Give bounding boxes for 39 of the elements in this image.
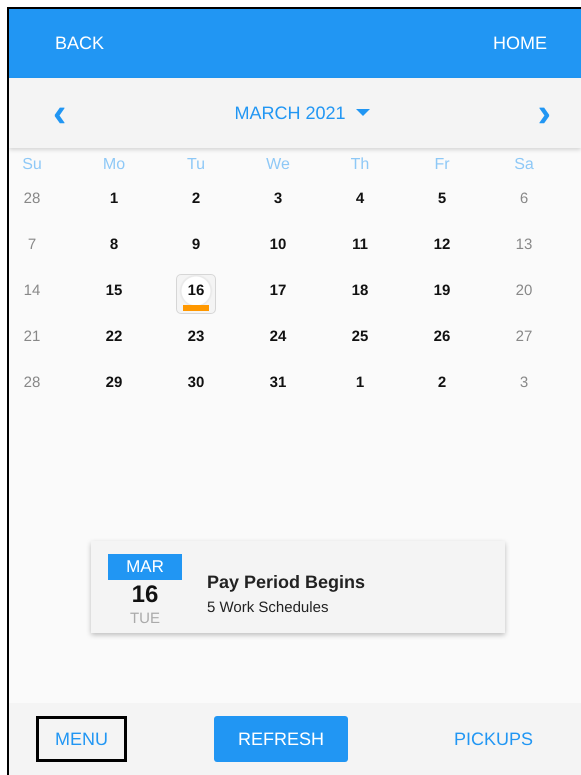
calendar-day[interactable]: 2: [422, 366, 462, 406]
weekday-label: Sa: [514, 156, 534, 175]
weekday-label: Tu: [186, 156, 206, 175]
event-subtitle: 5 Work Schedules: [207, 599, 330, 616]
calendar-day[interactable]: 29: [94, 366, 134, 406]
calendar-day[interactable]: 25: [340, 320, 380, 360]
calendar-day[interactable]: 1: [340, 366, 380, 406]
calendar-day[interactable]: 19: [422, 274, 462, 314]
calendar-day[interactable]: 17: [258, 274, 298, 314]
dropdown-caret-icon: [356, 109, 370, 117]
weekday-label: We: [266, 156, 290, 175]
calendar-day[interactable]: 8: [94, 228, 134, 268]
weekday-label: Su: [22, 156, 42, 175]
calendar-day[interactable]: 4: [340, 182, 380, 222]
calendar-day[interactable]: 12: [422, 228, 462, 268]
calendar-day[interactable]: 23: [176, 320, 216, 360]
calendar-day[interactable]: 15: [94, 274, 134, 314]
calendar-day[interactable]: 2: [176, 182, 216, 222]
event-weekday: TUE: [130, 610, 160, 627]
weekday-label: Mo: [102, 156, 126, 175]
calendar-day[interactable]: 30: [176, 366, 216, 406]
calendar-day[interactable]: 31: [258, 366, 298, 406]
event-title: Pay Period Begins: [207, 572, 366, 593]
event-day: 16: [132, 580, 158, 610]
event-card[interactable]: MAR 16 TUE Pay Period Begins 5 Work Schedules: [91, 541, 505, 633]
weekday-label: Th: [350, 156, 370, 175]
calendar-day[interactable]: 22: [94, 320, 134, 360]
weekday-label: Fr: [434, 156, 450, 175]
calendar-day[interactable]: 3: [258, 182, 298, 222]
calendar-day[interactable]: 24: [258, 320, 298, 360]
calendar-day[interactable]: 11: [340, 228, 380, 268]
calendar-day[interactable]: 1: [94, 182, 134, 222]
event-month: MAR: [108, 554, 182, 580]
calendar-day[interactable]: 16: [176, 274, 216, 314]
calendar-day[interactable]: 5: [422, 182, 462, 222]
calendar-day[interactable]: 9: [176, 228, 216, 268]
calendar-day[interactable]: 10: [258, 228, 298, 268]
calendar-day[interactable]: 18: [340, 274, 380, 314]
calendar-day[interactable]: 26: [422, 320, 462, 360]
